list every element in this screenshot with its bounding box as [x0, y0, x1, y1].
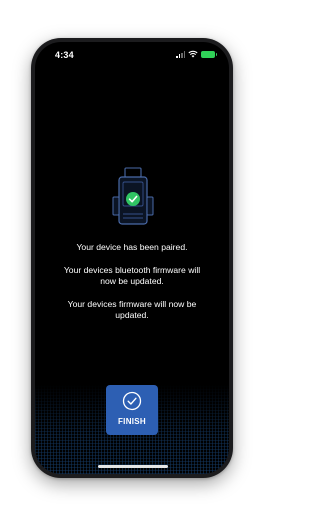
finish-button-label: FINISH: [117, 417, 147, 426]
home-indicator[interactable]: [98, 465, 168, 468]
finish-button[interactable]: FINISH: [106, 385, 158, 435]
obd-device-icon: [112, 167, 154, 225]
canvas: 4:34 Your device has been paired. Your d…: [0, 0, 265, 516]
status-time: 4:34: [55, 50, 74, 60]
check-badge-icon: [126, 192, 140, 206]
status-icons: [176, 50, 217, 58]
check-circle-icon: [122, 391, 142, 411]
message-bluetooth-firmware: Your devices bluetooth firmware will now…: [63, 265, 201, 286]
battery-charging-icon: [201, 50, 217, 58]
pairing-messages: Your device has been paired. Your device…: [35, 242, 229, 321]
signal-icon: [176, 50, 185, 58]
message-device-firmware: Your devices firmware will now be update…: [67, 299, 197, 320]
wifi-icon: [188, 50, 198, 58]
status-bar: 4:34: [35, 42, 229, 64]
message-paired: Your device has been paired.: [76, 242, 188, 252]
phone-frame: 4:34 Your device has been paired. Your d…: [31, 38, 233, 478]
app-screen: 4:34 Your device has been paired. Your d…: [35, 42, 229, 474]
